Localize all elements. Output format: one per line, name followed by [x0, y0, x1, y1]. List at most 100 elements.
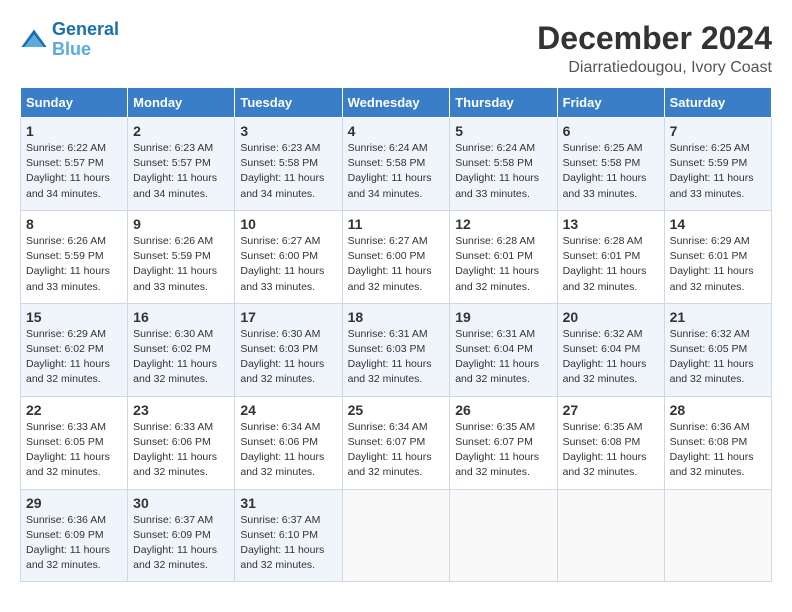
calendar-cell	[450, 489, 557, 582]
day-info: Sunrise: 6:29 AM Sunset: 6:01 PM Dayligh…	[670, 234, 766, 295]
header-friday: Friday	[557, 88, 664, 118]
calendar-cell: 3 Sunrise: 6:23 AM Sunset: 5:58 PM Daylig…	[235, 118, 342, 211]
calendar-cell: 23 Sunrise: 6:33 AM Sunset: 6:06 PM Dayli…	[128, 396, 235, 489]
day-info: Sunrise: 6:31 AM Sunset: 6:03 PM Dayligh…	[348, 327, 445, 388]
day-number: 9	[133, 216, 229, 232]
day-info: Sunrise: 6:37 AM Sunset: 6:09 PM Dayligh…	[133, 513, 229, 574]
main-title: December 2024	[537, 20, 772, 57]
calendar-week-2: 8 Sunrise: 6:26 AM Sunset: 5:59 PM Daylig…	[21, 210, 772, 303]
calendar-cell: 2Sunrise: 6:23 AM Sunset: 5:57 PM Daylig…	[128, 118, 235, 211]
day-number: 27	[563, 402, 659, 418]
calendar-cell: 8 Sunrise: 6:26 AM Sunset: 5:59 PM Daylig…	[21, 210, 128, 303]
header-thursday: Thursday	[450, 88, 557, 118]
calendar-cell: 12 Sunrise: 6:28 AM Sunset: 6:01 PM Dayli…	[450, 210, 557, 303]
calendar-cell: 6Sunrise: 6:25 AM Sunset: 5:58 PM Daylig…	[557, 118, 664, 211]
day-number: 10	[240, 216, 336, 232]
day-number: 22	[26, 402, 122, 418]
day-number: 12	[455, 216, 551, 232]
calendar-cell: 19 Sunrise: 6:31 AM Sunset: 6:04 PM Dayli…	[450, 303, 557, 396]
day-number: 1	[26, 123, 122, 139]
day-number: 17	[240, 309, 336, 325]
calendar-cell: 18 Sunrise: 6:31 AM Sunset: 6:03 PM Dayli…	[342, 303, 450, 396]
header-wednesday: Wednesday	[342, 88, 450, 118]
day-info: Sunrise: 6:25 AM Sunset: 5:58 PM Dayligh…	[563, 141, 659, 202]
day-number: 23	[133, 402, 229, 418]
day-info: Sunrise: 6:31 AM Sunset: 6:04 PM Dayligh…	[455, 327, 551, 388]
day-info: Sunrise: 6:36 AM Sunset: 6:08 PM Dayligh…	[670, 420, 766, 481]
day-info: Sunrise: 6:34 AM Sunset: 6:06 PM Dayligh…	[240, 420, 336, 481]
calendar-cell: 13 Sunrise: 6:28 AM Sunset: 6:01 PM Dayli…	[557, 210, 664, 303]
calendar-cell	[557, 489, 664, 582]
day-info: Sunrise: 6:27 AM Sunset: 6:00 PM Dayligh…	[348, 234, 445, 295]
day-info: Sunrise: 6:32 AM Sunset: 6:04 PM Dayligh…	[563, 327, 659, 388]
day-info: Sunrise: 6:29 AM Sunset: 6:02 PM Dayligh…	[26, 327, 122, 388]
day-number: 21	[670, 309, 766, 325]
day-info: Sunrise: 6:36 AM Sunset: 6:09 PM Dayligh…	[26, 513, 122, 574]
day-number: 20	[563, 309, 659, 325]
day-info: Sunrise: 6:23 AM Sunset: 5:57 PM Dayligh…	[133, 141, 229, 202]
day-info: Sunrise: 6:33 AM Sunset: 6:06 PM Dayligh…	[133, 420, 229, 481]
calendar-cell: 26 Sunrise: 6:35 AM Sunset: 6:07 PM Dayli…	[450, 396, 557, 489]
day-number: 24	[240, 402, 336, 418]
day-info: Sunrise: 6:33 AM Sunset: 6:05 PM Dayligh…	[26, 420, 122, 481]
day-number: 7	[670, 123, 766, 139]
calendar-cell: 24 Sunrise: 6:34 AM Sunset: 6:06 PM Dayli…	[235, 396, 342, 489]
day-number: 11	[348, 216, 445, 232]
day-info: Sunrise: 6:26 AM Sunset: 5:59 PM Dayligh…	[26, 234, 122, 295]
calendar-cell: 30 Sunrise: 6:37 AM Sunset: 6:09 PM Dayli…	[128, 489, 235, 582]
day-info: Sunrise: 6:37 AM Sunset: 6:10 PM Dayligh…	[240, 513, 336, 574]
day-number: 4	[348, 123, 445, 139]
day-info: Sunrise: 6:23 AM Sunset: 5:58 PM Dayligh…	[240, 141, 336, 202]
calendar-cell: 31 Sunrise: 6:37 AM Sunset: 6:10 PM Dayli…	[235, 489, 342, 582]
page-header: General Blue December 2024 Diarratiedoug…	[20, 20, 772, 77]
day-info: Sunrise: 6:25 AM Sunset: 5:59 PM Dayligh…	[670, 141, 766, 202]
calendar-cell: 17 Sunrise: 6:30 AM Sunset: 6:03 PM Dayli…	[235, 303, 342, 396]
day-info: Sunrise: 6:34 AM Sunset: 6:07 PM Dayligh…	[348, 420, 445, 481]
logo: General Blue	[20, 20, 119, 60]
calendar-cell: 10Sunrise: 6:27 AM Sunset: 6:00 PM Dayli…	[235, 210, 342, 303]
day-number: 3	[240, 123, 336, 139]
header-monday: Monday	[128, 88, 235, 118]
day-number: 29	[26, 495, 122, 511]
day-info: Sunrise: 6:22 AM Sunset: 5:57 PM Dayligh…	[26, 141, 122, 202]
calendar-week-1: 1 Sunrise: 6:22 AM Sunset: 5:57 PM Daylig…	[21, 118, 772, 211]
day-info: Sunrise: 6:26 AM Sunset: 5:59 PM Dayligh…	[133, 234, 229, 295]
calendar-cell: 5 Sunrise: 6:24 AM Sunset: 5:58 PM Daylig…	[450, 118, 557, 211]
day-info: Sunrise: 6:28 AM Sunset: 6:01 PM Dayligh…	[563, 234, 659, 295]
subtitle: Diarratiedougou, Ivory Coast	[537, 59, 772, 77]
calendar-cell: 16 Sunrise: 6:30 AM Sunset: 6:02 PM Dayli…	[128, 303, 235, 396]
day-number: 13	[563, 216, 659, 232]
title-block: December 2024 Diarratiedougou, Ivory Coa…	[537, 20, 772, 77]
calendar-cell: 1 Sunrise: 6:22 AM Sunset: 5:57 PM Daylig…	[21, 118, 128, 211]
day-number: 15	[26, 309, 122, 325]
day-number: 19	[455, 309, 551, 325]
day-info: Sunrise: 6:30 AM Sunset: 6:03 PM Dayligh…	[240, 327, 336, 388]
calendar-week-4: 22 Sunrise: 6:33 AM Sunset: 6:05 PM Dayli…	[21, 396, 772, 489]
calendar-cell: 15 Sunrise: 6:29 AM Sunset: 6:02 PM Dayli…	[21, 303, 128, 396]
calendar-week-5: 29 Sunrise: 6:36 AM Sunset: 6:09 PM Dayli…	[21, 489, 772, 582]
day-number: 18	[348, 309, 445, 325]
calendar-cell: 14Sunrise: 6:29 AM Sunset: 6:01 PM Dayli…	[664, 210, 771, 303]
day-info: Sunrise: 6:24 AM Sunset: 5:58 PM Dayligh…	[348, 141, 445, 202]
day-info: Sunrise: 6:35 AM Sunset: 6:07 PM Dayligh…	[455, 420, 551, 481]
calendar-cell: 9 Sunrise: 6:26 AM Sunset: 5:59 PM Daylig…	[128, 210, 235, 303]
day-info: Sunrise: 6:24 AM Sunset: 5:58 PM Dayligh…	[455, 141, 551, 202]
header-sunday: Sunday	[21, 88, 128, 118]
calendar-cell: 29 Sunrise: 6:36 AM Sunset: 6:09 PM Dayli…	[21, 489, 128, 582]
day-number: 31	[240, 495, 336, 511]
day-number: 5	[455, 123, 551, 139]
calendar-cell	[664, 489, 771, 582]
calendar-cell: 22 Sunrise: 6:33 AM Sunset: 6:05 PM Dayli…	[21, 396, 128, 489]
day-info: Sunrise: 6:30 AM Sunset: 6:02 PM Dayligh…	[133, 327, 229, 388]
day-number: 8	[26, 216, 122, 232]
calendar-week-3: 15 Sunrise: 6:29 AM Sunset: 6:02 PM Dayli…	[21, 303, 772, 396]
calendar-cell: 11 Sunrise: 6:27 AM Sunset: 6:00 PM Dayli…	[342, 210, 450, 303]
calendar-cell	[342, 489, 450, 582]
day-number: 30	[133, 495, 229, 511]
day-info: Sunrise: 6:28 AM Sunset: 6:01 PM Dayligh…	[455, 234, 551, 295]
header-tuesday: Tuesday	[235, 88, 342, 118]
day-number: 26	[455, 402, 551, 418]
day-number: 25	[348, 402, 445, 418]
day-number: 16	[133, 309, 229, 325]
calendar-cell: 25 Sunrise: 6:34 AM Sunset: 6:07 PM Dayli…	[342, 396, 450, 489]
